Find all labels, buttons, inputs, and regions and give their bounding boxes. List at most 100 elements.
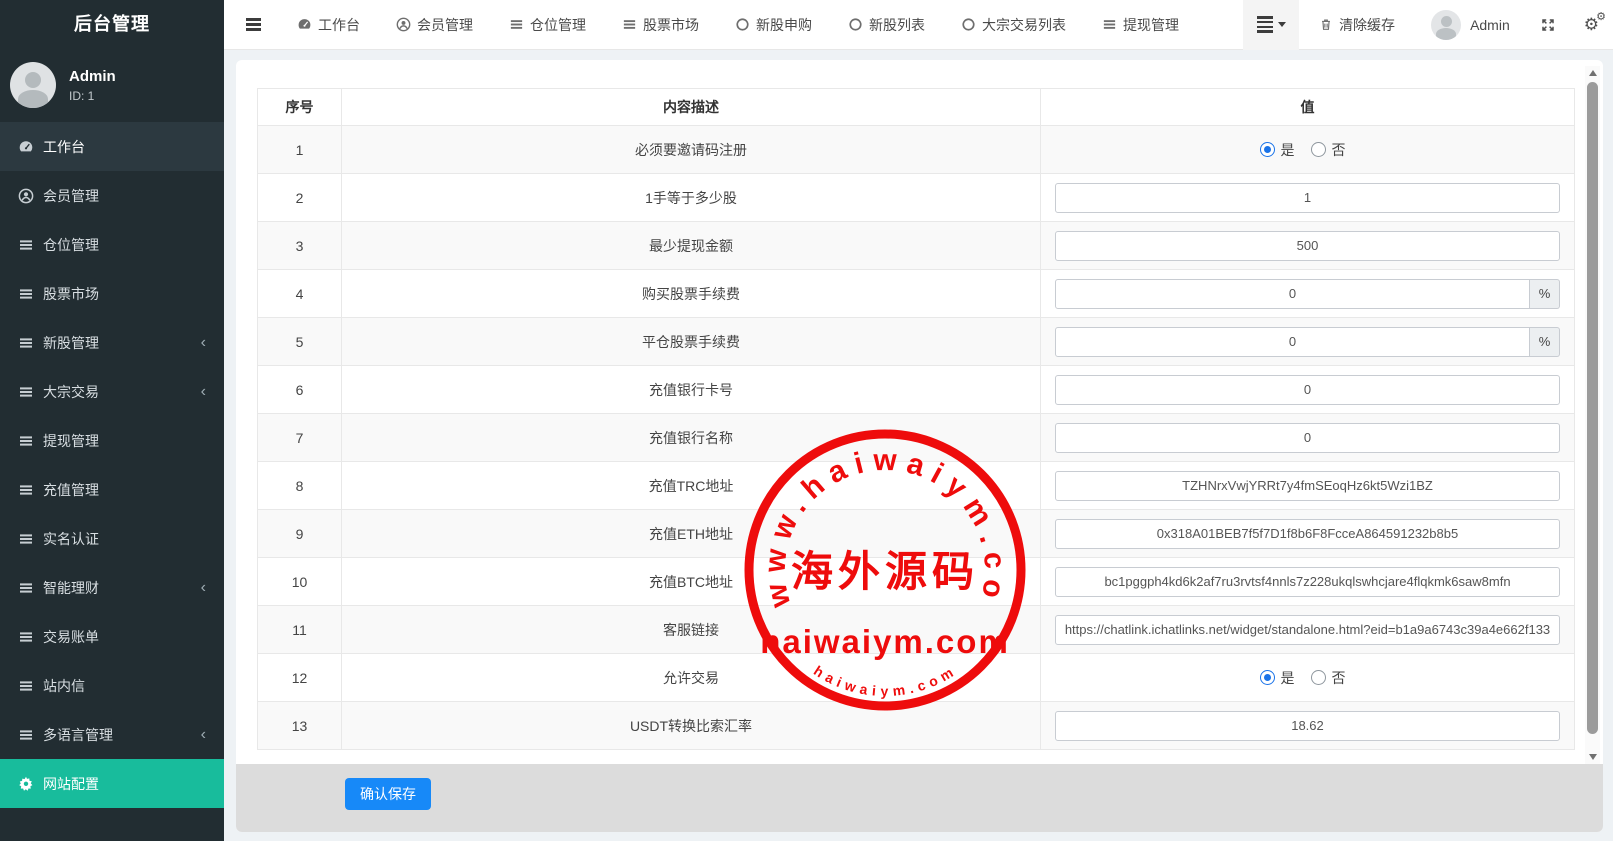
avatar (10, 62, 56, 108)
value-input[interactable] (1055, 423, 1560, 453)
topnav-item-大宗交易列表[interactable]: 大宗交易列表 (943, 0, 1084, 50)
row-number: 10 (258, 558, 342, 605)
sidebar-item-label: 站内信 (43, 676, 85, 696)
sidebar-item-label: 仓位管理 (43, 235, 99, 255)
topnav-item-新股申购[interactable]: 新股申购 (717, 0, 830, 50)
scrollbar-down-arrow[interactable] (1585, 750, 1600, 764)
sidebar-item-label: 提现管理 (43, 431, 99, 451)
table-row: 12允许交易是否 (257, 654, 1575, 702)
sidebar-item-充值管理[interactable]: 充值管理 (0, 465, 224, 514)
topnav-item-label: 会员管理 (417, 15, 473, 35)
sidebar-item-label: 工作台 (43, 137, 85, 157)
sidebar-item-新股管理[interactable]: 新股管理‹ (0, 318, 224, 367)
bars-icon (1257, 14, 1273, 35)
table-row: 1必须要邀请码注册是否 (257, 126, 1575, 174)
sidebar-item-交易账单[interactable]: 交易账单 (0, 612, 224, 661)
row-description: 充值TRC地址 (342, 462, 1041, 509)
row-value-cell: 是否 (1041, 126, 1574, 173)
sidebar-toggle-button[interactable] (224, 16, 279, 33)
sidebar-item-label: 充值管理 (43, 480, 99, 500)
topnav-item-会员管理[interactable]: 会员管理 (378, 0, 491, 50)
sidebar-item-智能理财[interactable]: 智能理财‹ (0, 563, 224, 612)
gear-icon (18, 776, 34, 792)
radio-selected[interactable] (1260, 142, 1275, 157)
topnav-item-提现管理[interactable]: 提现管理 (1084, 0, 1197, 50)
row-value-cell (1041, 606, 1574, 653)
value-input[interactable] (1055, 327, 1530, 357)
topnav-item-仓位管理[interactable]: 仓位管理 (491, 0, 604, 50)
scrollbar-up-arrow[interactable] (1585, 66, 1600, 80)
radio-selected[interactable] (1260, 670, 1275, 685)
topnav-item-label: 提现管理 (1123, 15, 1179, 35)
row-value-cell: % (1041, 318, 1574, 365)
list-icon (622, 17, 637, 32)
sidebar-item-会员管理[interactable]: 会员管理 (0, 171, 224, 220)
sidebar-item-仓位管理[interactable]: 仓位管理 (0, 220, 224, 269)
settings-card: 序号 内容描述 值 1必须要邀请码注册是否21手等于多少股3最少提现金额4购买股… (236, 60, 1603, 832)
row-number: 7 (258, 414, 342, 461)
row-description: 必须要邀请码注册 (342, 126, 1041, 173)
list-icon (18, 580, 34, 596)
value-input[interactable] (1055, 183, 1560, 213)
topnav-item-label: 新股申购 (756, 15, 812, 35)
value-input[interactable] (1055, 615, 1560, 645)
sidebar-item-实名认证[interactable]: 实名认证 (0, 514, 224, 563)
row-description: 充值BTC地址 (342, 558, 1041, 605)
sidebar-item-站内信[interactable]: 站内信 (0, 661, 224, 710)
sidebar-item-label: 股票市场 (43, 284, 99, 304)
list-icon (18, 384, 34, 400)
value-input[interactable] (1055, 519, 1560, 549)
sidebar-item-网站配置[interactable]: 网站配置 (0, 759, 224, 808)
save-button[interactable]: 确认保存 (345, 778, 431, 810)
scrollbar-thumb[interactable] (1587, 82, 1598, 734)
table-row: 3最少提现金额 (257, 222, 1575, 270)
row-number: 4 (258, 270, 342, 317)
sidebar-item-大宗交易[interactable]: 大宗交易‹ (0, 367, 224, 416)
topnav-item-label: 股票市场 (643, 15, 699, 35)
sidebar-item-股票市场[interactable]: 股票市场 (0, 269, 224, 318)
clear-cache-button[interactable]: 清除缓存 (1299, 15, 1415, 35)
radio-group: 是否 (1260, 140, 1356, 160)
fullscreen-button[interactable] (1526, 17, 1570, 33)
percent-addon: % (1530, 279, 1560, 309)
row-description: 充值ETH地址 (342, 510, 1041, 557)
percent-input-group: % (1055, 279, 1560, 309)
topnav-item-工作台[interactable]: 工作台 (279, 0, 378, 50)
menu-dropdown-button[interactable] (1243, 0, 1299, 50)
scrollbar[interactable] (1585, 66, 1600, 764)
topnav-item-label: 新股列表 (869, 15, 925, 35)
radio-unselected[interactable] (1311, 670, 1326, 685)
row-value-cell (1041, 222, 1574, 269)
user-id: ID: 1 (69, 89, 116, 103)
radio-option-label: 是 (1281, 668, 1295, 688)
settings-button[interactable]: ⚙⚙ (1570, 16, 1613, 33)
list-icon (18, 237, 34, 253)
sidebar-item-工作台[interactable]: 工作台 (0, 122, 224, 171)
value-input[interactable] (1055, 567, 1560, 597)
topnav-item-股票市场[interactable]: 股票市场 (604, 0, 717, 50)
table-row: 9充值ETH地址 (257, 510, 1575, 558)
value-input[interactable] (1055, 375, 1560, 405)
radio-group: 是否 (1260, 668, 1356, 688)
row-value-cell (1041, 462, 1574, 509)
sidebar-item-多语言管理[interactable]: 多语言管理‹ (0, 710, 224, 759)
radio-option-label: 否 (1332, 140, 1346, 160)
topnav-item-label: 工作台 (318, 15, 360, 35)
row-value-cell (1041, 510, 1574, 557)
radio-unselected[interactable] (1311, 142, 1326, 157)
sidebar: 后台管理 Admin ID: 1 工作台会员管理仓位管理股票市场新股管理‹大宗交… (0, 0, 224, 841)
sidebar-item-label: 多语言管理 (43, 725, 113, 745)
app-root: 后台管理 Admin ID: 1 工作台会员管理仓位管理股票市场新股管理‹大宗交… (0, 0, 1613, 841)
value-input[interactable] (1055, 471, 1560, 501)
sidebar-item-提现管理[interactable]: 提现管理 (0, 416, 224, 465)
row-description: 最少提现金额 (342, 222, 1041, 269)
value-input[interactable] (1055, 711, 1560, 741)
cogs-icon: ⚙⚙ (1584, 16, 1599, 33)
value-input[interactable] (1055, 279, 1530, 309)
admin-menu[interactable]: Admin (1415, 10, 1526, 40)
table-row: 6充值银行卡号 (257, 366, 1575, 414)
value-input[interactable] (1055, 231, 1560, 261)
hamburger-icon (246, 16, 261, 33)
topnav-item-新股列表[interactable]: 新股列表 (830, 0, 943, 50)
list-icon (18, 678, 34, 694)
